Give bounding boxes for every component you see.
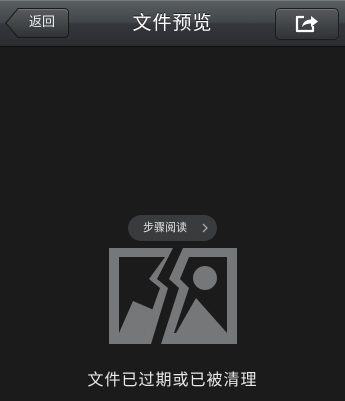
expired-message: 文件已过期或已被清理 <box>87 370 258 389</box>
step-read-button[interactable]: 步骤阅读 <box>128 215 217 241</box>
page-title: 文件预览 <box>132 12 213 34</box>
top-nav-bar: 返回 文件预览 <box>0 0 345 47</box>
back-button[interactable]: 返回 <box>5 8 69 38</box>
share-icon <box>295 15 318 33</box>
back-button-label: 返回 <box>28 15 55 30</box>
broken-image-icon <box>109 248 237 344</box>
step-read-label: 步骤阅读 <box>143 221 187 234</box>
share-button[interactable] <box>275 8 339 40</box>
chevron-right-icon <box>202 223 208 233</box>
